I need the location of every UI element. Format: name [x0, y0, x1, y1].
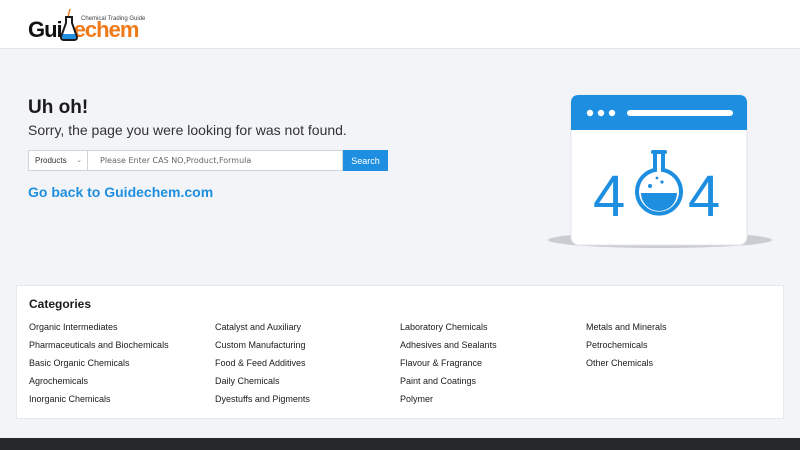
- category-link[interactable]: Catalyst and Auxiliary: [215, 322, 310, 340]
- 404-digit-right: 4: [688, 164, 720, 229]
- category-link[interactable]: Inorganic Chemicals: [29, 394, 169, 412]
- categories-panel: Categories Organic Intermediates Pharmac…: [16, 285, 784, 419]
- search-button[interactable]: Search: [343, 150, 388, 171]
- category-link[interactable]: Other Chemicals: [586, 358, 667, 376]
- category-link[interactable]: Polymer: [400, 394, 497, 412]
- categories-column-2: Catalyst and Auxiliary Custom Manufactur…: [215, 322, 310, 412]
- chevron-down-icon: ⌄: [76, 157, 82, 164]
- category-link[interactable]: Daily Chemicals: [215, 376, 310, 394]
- category-link[interactable]: Laboratory Chemicals: [400, 322, 497, 340]
- category-link[interactable]: Dyestuffs and Pigments: [215, 394, 310, 412]
- logo-wordmark: Gui echem: [28, 17, 140, 42]
- logo-word-part2: echem: [73, 17, 140, 42]
- search-category-value: Products: [35, 156, 67, 165]
- categories-title: Categories: [29, 297, 92, 311]
- category-link[interactable]: Pharmaceuticals and Biochemicals: [29, 340, 169, 358]
- category-link[interactable]: Organic Intermediates: [29, 322, 169, 340]
- top-header: Chemical Trading Guide Gui echem: [0, 0, 800, 49]
- back-home-link[interactable]: Go back to Guidechem.com: [28, 184, 213, 200]
- search-input[interactable]: [88, 150, 343, 171]
- 404-illustration: 4 4: [548, 94, 772, 248]
- error-message: Sorry, the page you were looking for was…: [28, 122, 347, 138]
- flask-icon: [59, 8, 79, 41]
- search-category-select[interactable]: Products ⌄: [28, 150, 88, 171]
- search-bar: Products ⌄ Search: [28, 150, 388, 171]
- 404-digit-left: 4: [593, 164, 625, 229]
- page-footer: [0, 438, 800, 450]
- guidechem-logo[interactable]: Chemical Trading Guide Gui echem: [28, 7, 148, 41]
- category-link[interactable]: Custom Manufacturing: [215, 340, 310, 358]
- categories-column-3: Laboratory Chemicals Adhesives and Seala…: [400, 322, 497, 412]
- error-title: Uh oh!: [28, 97, 89, 118]
- category-link[interactable]: Adhesives and Sealants: [400, 340, 497, 358]
- logo-word-part1: Gui: [28, 17, 63, 42]
- category-link[interactable]: Basic Organic Chemicals: [29, 358, 169, 376]
- category-link[interactable]: Paint and Coatings: [400, 376, 497, 394]
- category-link[interactable]: Agrochemicals: [29, 376, 169, 394]
- category-link[interactable]: Metals and Minerals: [586, 322, 667, 340]
- category-link[interactable]: Petrochemicals: [586, 340, 667, 358]
- categories-column-1: Organic Intermediates Pharmaceuticals an…: [29, 322, 169, 412]
- categories-column-4: Metals and Minerals Petrochemicals Other…: [586, 322, 667, 376]
- category-link[interactable]: Flavour & Fragrance: [400, 358, 497, 376]
- category-link[interactable]: Food & Feed Additives: [215, 358, 310, 376]
